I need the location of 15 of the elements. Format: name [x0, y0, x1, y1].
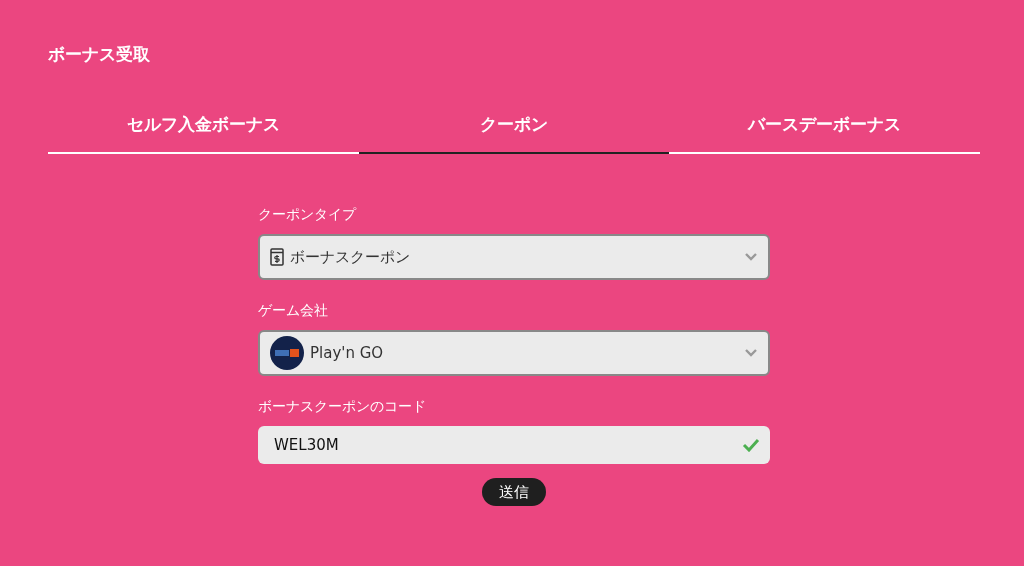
coupon-icon: [270, 247, 284, 266]
dropdown[interactable]: ボーナスクーポン: [258, 233, 770, 280]
field-label: クーポンタイプ: [258, 204, 358, 224]
chevron-down-icon: [744, 252, 758, 262]
field-label: ボーナスクーポンのコード: [258, 396, 427, 416]
tab[interactable]: バースデーボーナス: [669, 112, 980, 154]
field-label: ゲーム会社: [258, 300, 329, 320]
code-input-field[interactable]: WEL30M: [258, 425, 770, 464]
tab[interactable]: セルフ入金ボーナス: [48, 112, 359, 154]
chevron-down-icon: [744, 348, 758, 358]
page-title: ボーナス受取: [48, 44, 151, 65]
dropdown[interactable]: Play'n GO: [258, 329, 770, 376]
logo-icon: [270, 335, 304, 370]
submit-button[interactable]: 送信: [482, 477, 546, 507]
tab[interactable]: クーポン: [358, 112, 670, 154]
